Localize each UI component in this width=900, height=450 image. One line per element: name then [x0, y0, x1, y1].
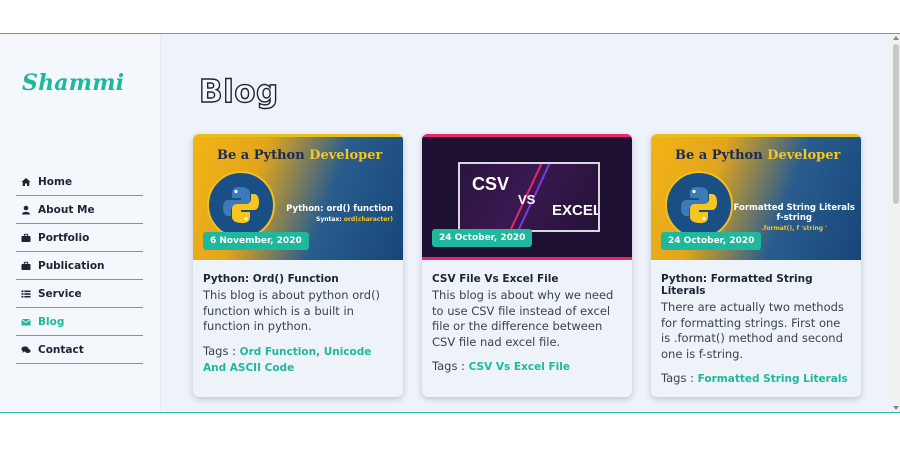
- sidebar-item-portfolio[interactable]: Portfolio: [16, 224, 143, 252]
- blog-card-body: CSV File Vs Excel File This blog is abou…: [422, 260, 632, 376]
- sidebar: Shammi Home About Me Portfolio Publicati…: [0, 34, 161, 412]
- comments-icon: [16, 345, 32, 355]
- tag-link[interactable]: CSV Vs Excel File: [469, 361, 570, 373]
- sidebar-item-publication[interactable]: Publication: [16, 252, 143, 280]
- tag-link[interactable]: Formatted String Literals: [698, 373, 848, 385]
- blog-card-tags: Tags : Ord Function, Unicode And ASCII C…: [203, 343, 372, 375]
- blog-card-description: This blog is about python ord() function…: [203, 288, 381, 333]
- envelope-icon: [16, 317, 32, 327]
- thumbnail-subtitle: Formatted String Literals f-string .form…: [733, 203, 855, 232]
- home-icon: [16, 177, 32, 187]
- date-badge: 24 October, 2020: [432, 229, 533, 247]
- scroll-up-icon[interactable]: [893, 36, 899, 40]
- user-icon: [16, 205, 32, 215]
- blog-card-body: Python: Formatted String Literals There …: [651, 260, 861, 388]
- blog-card-description: This blog is about why we need to use CS…: [432, 288, 614, 349]
- python-logo-icon: [207, 171, 275, 239]
- thumbnail-subtitle: Python: ord() function Syntax: ord(chara…: [286, 204, 393, 223]
- blog-card-tags: Tags : CSV Vs Excel File: [432, 359, 570, 373]
- blog-card-title[interactable]: CSV File Vs Excel File: [432, 273, 622, 285]
- scroll-down-icon[interactable]: [893, 406, 899, 410]
- csv-vs-excel-graphic: CSV VS EXCEL: [458, 162, 600, 232]
- sidebar-item-contact[interactable]: Contact: [16, 336, 143, 364]
- page-title: Blog: [198, 73, 279, 110]
- briefcase-icon: [16, 261, 32, 271]
- app-frame: Shammi Home About Me Portfolio Publicati…: [0, 33, 900, 413]
- blog-card-list: Be a Python Developer Python: ord() func…: [193, 134, 861, 397]
- blog-card-title[interactable]: Python: Ord() Function: [203, 273, 393, 285]
- sidebar-item-label: Portfolio: [38, 231, 90, 244]
- date-badge: 24 October, 2020: [661, 232, 762, 250]
- sidebar-item-home[interactable]: Home: [16, 168, 143, 196]
- python-logo-icon: [665, 171, 733, 239]
- sidebar-item-about-me[interactable]: About Me: [16, 196, 143, 224]
- blog-card[interactable]: Be a Python Developer Python: ord() func…: [193, 134, 403, 397]
- sidebar-item-label: About Me: [38, 203, 95, 216]
- blog-card-thumbnail[interactable]: CSV VS EXCEL 24 October, 2020: [422, 134, 632, 260]
- thumbnail-headline: Be a Python Developer: [217, 148, 383, 163]
- sidebar-item-label: Publication: [38, 259, 105, 272]
- scrollbar-thumb[interactable]: [893, 44, 899, 204]
- thumbnail-headline: Be a Python Developer: [675, 148, 841, 163]
- blog-card-tags: Tags : Formatted String Literals: [661, 371, 848, 385]
- sidebar-item-label: Service: [38, 287, 82, 300]
- sidebar-item-blog[interactable]: Blog: [16, 308, 143, 336]
- blog-card[interactable]: CSV VS EXCEL 24 October, 2020 CSV File V…: [422, 134, 632, 397]
- brand-logo[interactable]: Shammi: [22, 70, 124, 96]
- sidebar-item-service[interactable]: Service: [16, 280, 143, 308]
- briefcase-icon: [16, 233, 32, 243]
- blog-card[interactable]: Be a Python Developer Formatted String L…: [651, 134, 861, 397]
- vertical-scrollbar[interactable]: [892, 34, 900, 412]
- blog-card-title[interactable]: Python: Formatted String Literals: [661, 273, 851, 297]
- sidebar-item-label: Contact: [38, 343, 84, 356]
- sidebar-item-label: Home: [38, 175, 73, 188]
- blog-card-description: There are actually two methods for forma…: [661, 300, 844, 361]
- sidebar-item-label: Blog: [38, 315, 65, 328]
- blog-card-thumbnail[interactable]: Be a Python Developer Python: ord() func…: [193, 134, 403, 260]
- blog-card-thumbnail[interactable]: Be a Python Developer Formatted String L…: [651, 134, 861, 260]
- list-icon: [16, 289, 32, 299]
- blog-card-body: Python: Ord() Function This blog is abou…: [193, 260, 403, 377]
- date-badge: 6 November, 2020: [203, 232, 309, 250]
- main-content: Blog Be a Python Developer Python: ord()…: [161, 34, 900, 412]
- sidebar-nav: Home About Me Portfolio Publication Serv…: [16, 168, 143, 364]
